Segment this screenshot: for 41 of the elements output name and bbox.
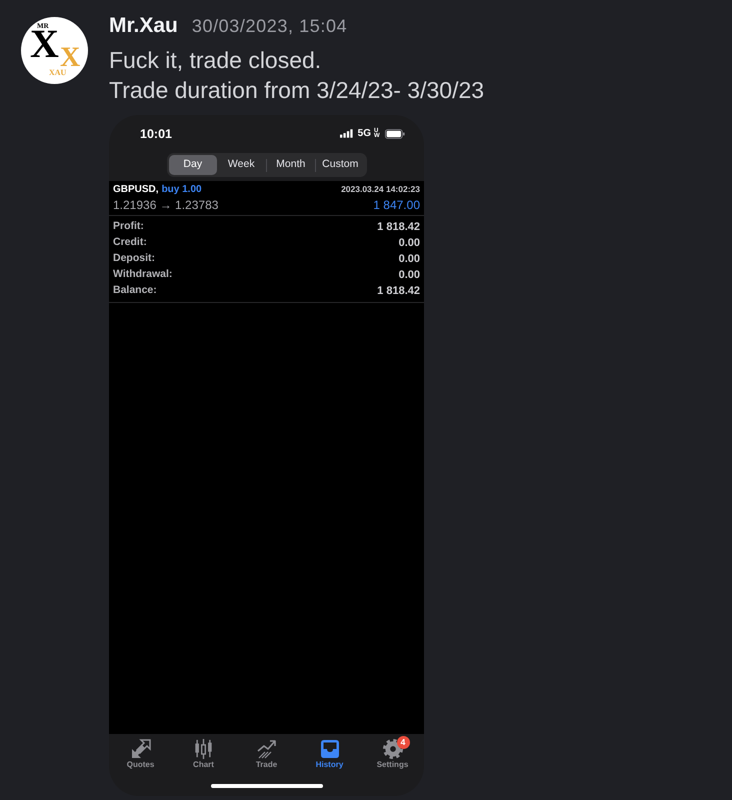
trade-result: 1 847.00: [373, 197, 420, 214]
summary-label: Profit:: [113, 219, 144, 234]
trade-side: buy 1.00: [162, 182, 202, 196]
author-name: Mr.Xau: [109, 13, 178, 39]
inbox-tray-icon: [320, 739, 340, 759]
summary-value: 1 818.42: [377, 284, 420, 299]
status-time: 10:01: [140, 126, 172, 142]
candlestick-icon: [194, 739, 213, 759]
summary-label: Withdrawal:: [113, 267, 172, 282]
message-text: Fuck it, trade closed.: [109, 46, 322, 75]
nav-tab[interactable]: 4 Settings: [361, 736, 424, 771]
period-tab[interactable]: Custom: [316, 155, 364, 175]
summary-label: Credit:: [113, 235, 147, 250]
trend-arrow-icon: [256, 739, 276, 759]
trade-time: 2023.03.24 14:02:23: [341, 182, 420, 196]
period-tab[interactable]: Month: [266, 155, 315, 175]
summary-value: 1 818.42: [377, 220, 420, 235]
summary-value: 0.00: [398, 268, 420, 283]
message-text: Trade duration from 3/24/23- 3/30/23: [109, 76, 484, 105]
summary-label: Deposit:: [113, 251, 155, 266]
nav-tab[interactable]: Trade: [235, 736, 298, 771]
trade-prices: 1.21936 → 1.23783: [113, 197, 218, 214]
nav-tab[interactable]: Quotes: [109, 736, 172, 771]
logo-letter: X: [30, 29, 59, 58]
period-tab[interactable]: Day: [168, 155, 217, 175]
summary-value: 0.00: [398, 252, 420, 267]
period-tab[interactable]: Week: [217, 155, 266, 175]
settings-icon: [382, 739, 402, 759]
logo-small-text: XAU: [49, 70, 66, 76]
network-label: 5G: [358, 128, 371, 140]
nav-tab[interactable]: Chart: [172, 736, 235, 771]
logo-accent-letter: X: [60, 48, 80, 68]
trade-symbol: GBPUSD,: [113, 182, 159, 196]
battery-icon: [385, 128, 405, 138]
signal-icon: [340, 129, 353, 138]
diagonal-arrows-icon: [130, 739, 150, 759]
message-timestamp: 30/03/2023, 15:04: [192, 15, 348, 38]
summary-value: 0.00: [398, 236, 420, 251]
notification-badge: 4: [396, 736, 410, 749]
summary-label: Balance:: [113, 283, 157, 298]
nav-tab[interactable]: History: [298, 736, 361, 771]
